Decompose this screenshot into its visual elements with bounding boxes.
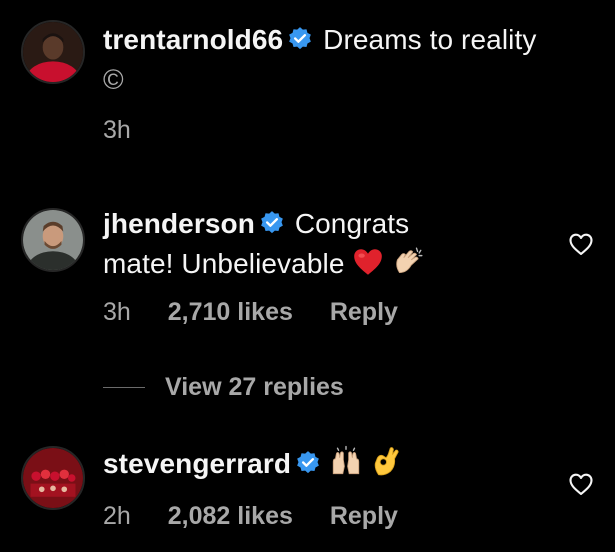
reply-button[interactable]: Reply — [330, 298, 398, 326]
likes-count[interactable]: 2,710 likes — [168, 298, 293, 326]
avatar[interactable] — [21, 208, 85, 272]
avatar[interactable] — [21, 20, 85, 84]
comment-jhenderson: jhenderson Congrats mate! Unbelievable 3… — [0, 190, 615, 350]
heart-outline-icon[interactable] — [567, 230, 595, 258]
avatar-trentarnold66-icon — [23, 22, 83, 82]
verified-badge-icon — [289, 27, 312, 50]
heart-outline-icon[interactable] — [567, 470, 595, 498]
timestamp: 3h — [103, 116, 131, 144]
comment-text-continued: mate! Unbelievable — [103, 248, 345, 279]
comment-body: stevengerrard — [103, 444, 573, 484]
red-heart-emoji-icon — [353, 249, 382, 275]
reply-button[interactable]: Reply — [330, 502, 398, 530]
clapping-hands-emoji-icon — [395, 247, 423, 274]
timestamp: 3h — [103, 298, 131, 326]
copyright-icon: © — [103, 64, 124, 95]
comment-stevengerrard: stevengerrard 2h 2,082 likes Reply — [0, 430, 615, 552]
comment-body: jhenderson Congrats mate! Unbelievable — [103, 204, 573, 284]
verified-badge-icon — [261, 211, 283, 234]
timestamp: 2h — [103, 502, 131, 530]
view-replies-button[interactable]: View 27 replies — [103, 370, 344, 404]
ok-hand-emoji-icon — [374, 447, 399, 476]
avatar-jhenderson-icon — [23, 210, 83, 270]
avatar[interactable] — [21, 446, 85, 510]
username[interactable]: jhenderson — [103, 208, 255, 239]
view-replies-label[interactable]: View 27 replies — [165, 373, 344, 402]
username[interactable]: trentarnold66 — [103, 24, 283, 55]
comment-text: Dreams to reality — [323, 24, 537, 55]
comment-body: trentarnold66 Dreams to reality © — [103, 20, 573, 100]
comment-meta: 3h — [103, 114, 161, 146]
comment-trentarnold66: trentarnold66 Dreams to reality © 3h — [0, 0, 615, 160]
raising-hands-emoji-icon — [332, 445, 360, 475]
comment-text: Congrats — [294, 208, 410, 239]
username[interactable]: stevengerrard — [103, 448, 291, 479]
comment-meta: 3h 2,710 likes Reply — [103, 296, 428, 328]
verified-badge-icon — [297, 451, 319, 474]
comment-meta: 2h 2,082 likes Reply — [103, 500, 428, 532]
divider-line — [103, 386, 145, 388]
avatar-stevengerrard-icon — [23, 448, 83, 508]
likes-count[interactable]: 2,082 likes — [168, 502, 293, 530]
